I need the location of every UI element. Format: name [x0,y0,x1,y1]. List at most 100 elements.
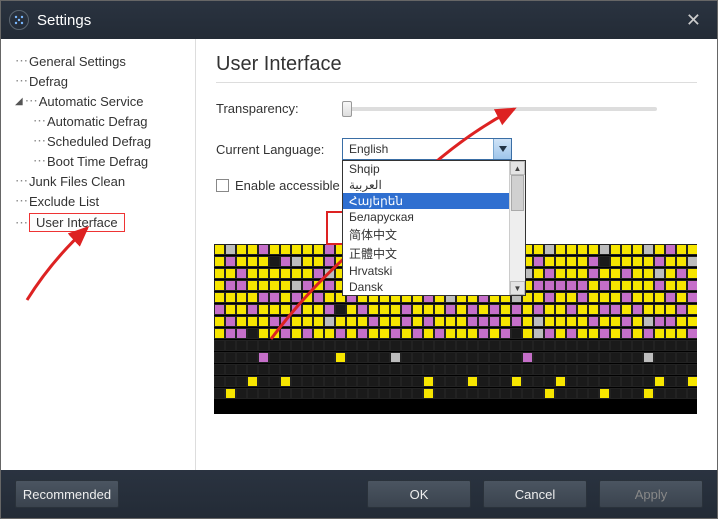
mosaic-cell [610,388,621,399]
chevron-down-icon[interactable] [493,139,511,159]
mosaic-cell [555,328,566,339]
mosaic-cell [423,376,434,387]
mosaic-cell [621,328,632,339]
mosaic-cell [500,340,511,351]
mosaic-cell [489,340,500,351]
mosaic-cell [610,352,621,363]
mosaic-cell [368,376,379,387]
mosaic-cell [390,316,401,327]
scroll-thumb[interactable] [511,175,524,211]
mosaic-cell [588,268,599,279]
mosaic-cell [676,280,687,291]
mosaic-cell [346,376,357,387]
mosaic-cell [555,352,566,363]
mosaic-cell [478,304,489,315]
mosaic-cell [445,388,456,399]
mosaic-cell [478,388,489,399]
mosaic-cell [643,388,654,399]
mosaic-cell [610,244,621,255]
mosaic-cell [412,376,423,387]
mosaic-cell [544,280,555,291]
mosaic-cell [522,364,533,375]
settings-tree: ⋯General Settings⋯Defrag◢⋯Automatic Serv… [1,39,196,470]
expander-icon[interactable]: ◢ [15,96,23,107]
tree-item-user-interface[interactable]: ⋯User Interface [15,211,195,234]
mosaic-cell [280,304,291,315]
mosaic-cell [665,340,676,351]
cancel-button[interactable]: Cancel [483,480,587,508]
mosaic-cell [643,244,654,255]
language-option[interactable]: Հայերեն [343,193,509,209]
tree-item-exclude-list[interactable]: ⋯Exclude List [15,191,195,211]
tree-item-automatic-service[interactable]: ◢⋯Automatic Service [15,91,195,111]
mosaic-cell [632,280,643,291]
mosaic-cell [577,376,588,387]
app-logo-icon [9,10,29,30]
tree-item-defrag[interactable]: ⋯Defrag [15,71,195,91]
mosaic-cell [247,328,258,339]
language-dropdown[interactable]: ShqipالعربيةՀայերենБеларуская简体中文正體中文Hrv… [342,160,526,296]
language-option[interactable]: Shqip [343,161,509,177]
recommended-button[interactable]: Recommended [15,480,119,508]
mosaic-cell [357,340,368,351]
mosaic-cell [324,244,335,255]
mosaic-cell [357,304,368,315]
mosaic-cell [456,304,467,315]
mosaic-cell [566,376,577,387]
dropdown-scrollbar[interactable]: ▲ ▼ [509,161,525,295]
mosaic-cell [269,340,280,351]
language-option[interactable]: Hrvatski [343,263,509,279]
language-option[interactable]: Dansk [343,279,509,295]
tree-item-general-settings[interactable]: ⋯General Settings [15,51,195,71]
mosaic-cell [225,244,236,255]
tree-item-boot-time-defrag[interactable]: ⋯Boot Time Defrag [15,151,195,171]
tree-item-scheduled-defrag[interactable]: ⋯Scheduled Defrag [15,131,195,151]
mosaic-cell [368,340,379,351]
mosaic-cell [313,280,324,291]
ok-button[interactable]: OK [367,480,471,508]
mosaic-cell [302,292,313,303]
mosaic-cell [632,376,643,387]
mosaic-cell [588,256,599,267]
accessible-checkbox[interactable] [216,179,229,192]
mosaic-cell [643,268,654,279]
window-title: Settings [37,12,91,29]
mosaic-cell [544,316,555,327]
mosaic-cell [566,388,577,399]
title-bar: Settings ✕ [1,1,717,39]
close-icon[interactable]: ✕ [678,6,709,35]
scroll-up-icon[interactable]: ▲ [510,161,525,175]
language-option[interactable]: 正體中文 [343,244,509,263]
mosaic-cell [214,388,225,399]
mosaic-cell [577,364,588,375]
tree-item-automatic-defrag[interactable]: ⋯Automatic Defrag [15,111,195,131]
mosaic-cell [577,352,588,363]
language-option[interactable]: Беларуская [343,209,509,225]
footer-bar: Recommended OK Cancel Apply [1,470,717,518]
language-option[interactable]: العربية [343,177,509,193]
language-option[interactable]: 简体中文 [343,225,509,244]
slider-thumb[interactable] [342,101,352,117]
mosaic-cell [236,256,247,267]
mosaic-cell [214,328,225,339]
mosaic-cell [412,316,423,327]
mosaic-cell [434,340,445,351]
mosaic-cell [566,364,577,375]
mosaic-cell [401,388,412,399]
scroll-down-icon[interactable]: ▼ [510,281,525,295]
mosaic-cell [544,244,555,255]
tree-item-junk-files-clean[interactable]: ⋯Junk Files Clean [15,171,195,191]
mosaic-cell [313,304,324,315]
mosaic-cell [599,256,610,267]
transparency-slider[interactable] [342,107,657,111]
mosaic-cell [632,352,643,363]
mosaic-cell [632,388,643,399]
mosaic-cell [225,304,236,315]
mosaic-cell [225,364,236,375]
mosaic-cell [236,388,247,399]
mosaic-cell [258,376,269,387]
language-combobox[interactable]: English ShqipالعربيةՀայերենБеларуская简体中… [342,138,512,160]
apply-button[interactable]: Apply [599,480,703,508]
mosaic-cell [379,316,390,327]
transparency-label: Transparency: [216,101,342,116]
